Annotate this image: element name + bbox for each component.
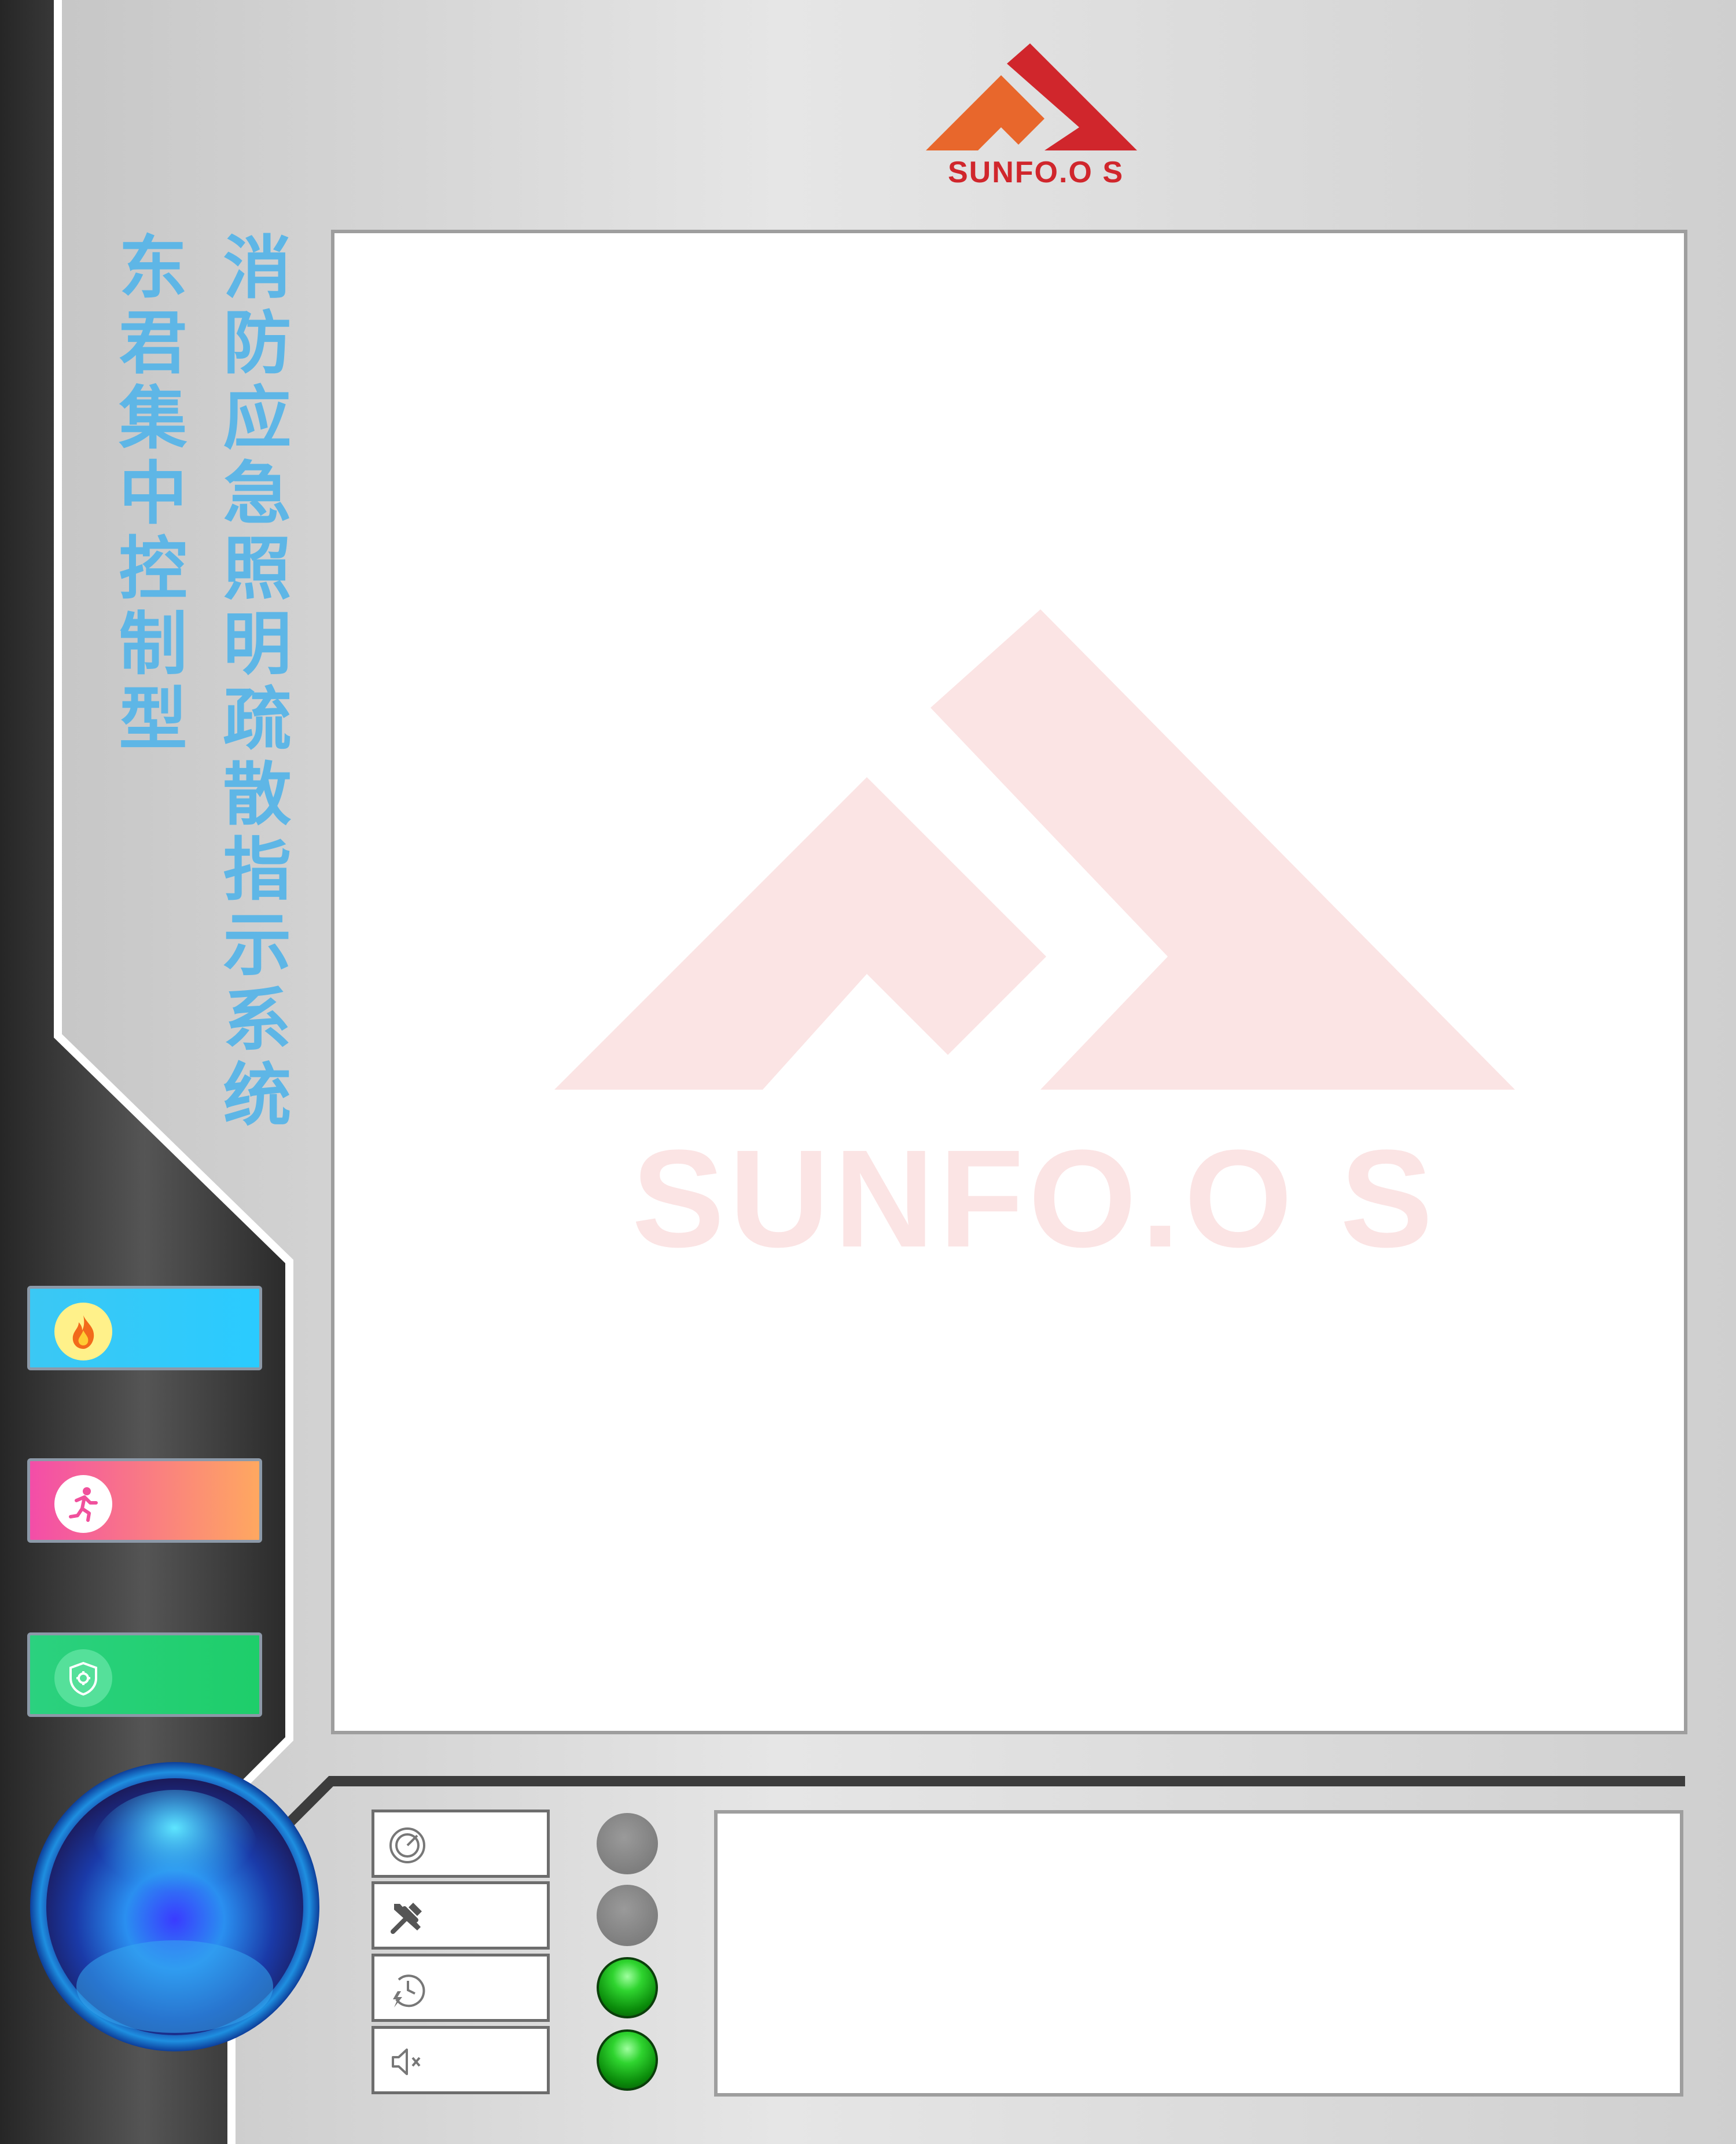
speaker-mute-icon [392, 2049, 421, 2075]
system-subtitle: 东君集中控制型 [107, 231, 187, 758]
fire-alarm-button[interactable] [27, 1286, 262, 1370]
mute-indicator-led [597, 2029, 658, 2091]
safety-settings-button[interactable] [27, 1632, 262, 1717]
brand-logo: SUNFO.O S [920, 41, 1152, 191]
run-indicator-led [597, 1813, 658, 1874]
logo-text: SUNFO.O S [947, 156, 1124, 189]
backup-power-indicator-led [597, 1957, 658, 2018]
main-display-panel: SUNFO.O S [331, 230, 1687, 1734]
system-title: 消防应急照明疏散指示系统 [211, 231, 291, 1134]
run-status-button[interactable] [372, 1810, 550, 1878]
watermark-logo: SUNFO.O S [554, 609, 1515, 1292]
message-panel [714, 1810, 1683, 2097]
shield-gear-icon [54, 1649, 112, 1707]
running-person-icon [54, 1475, 112, 1533]
history-button[interactable] [372, 1954, 550, 2022]
watermark-text: SUNFO.O S [631, 1121, 1438, 1276]
fault-indicator-led [597, 1885, 658, 1946]
clock-lightning-icon [393, 1974, 425, 2007]
tools-icon [391, 1903, 422, 1934]
main-control-orb[interactable] [29, 1761, 321, 2053]
mute-button[interactable] [372, 2026, 550, 2094]
gauge-icon [389, 1827, 425, 1863]
fire-icon [54, 1303, 112, 1360]
watermark-mark-icon [554, 609, 1515, 1090]
logo-mark-icon [926, 43, 1137, 150]
evacuation-button[interactable] [27, 1458, 262, 1543]
maintenance-button[interactable] [372, 1881, 550, 1950]
